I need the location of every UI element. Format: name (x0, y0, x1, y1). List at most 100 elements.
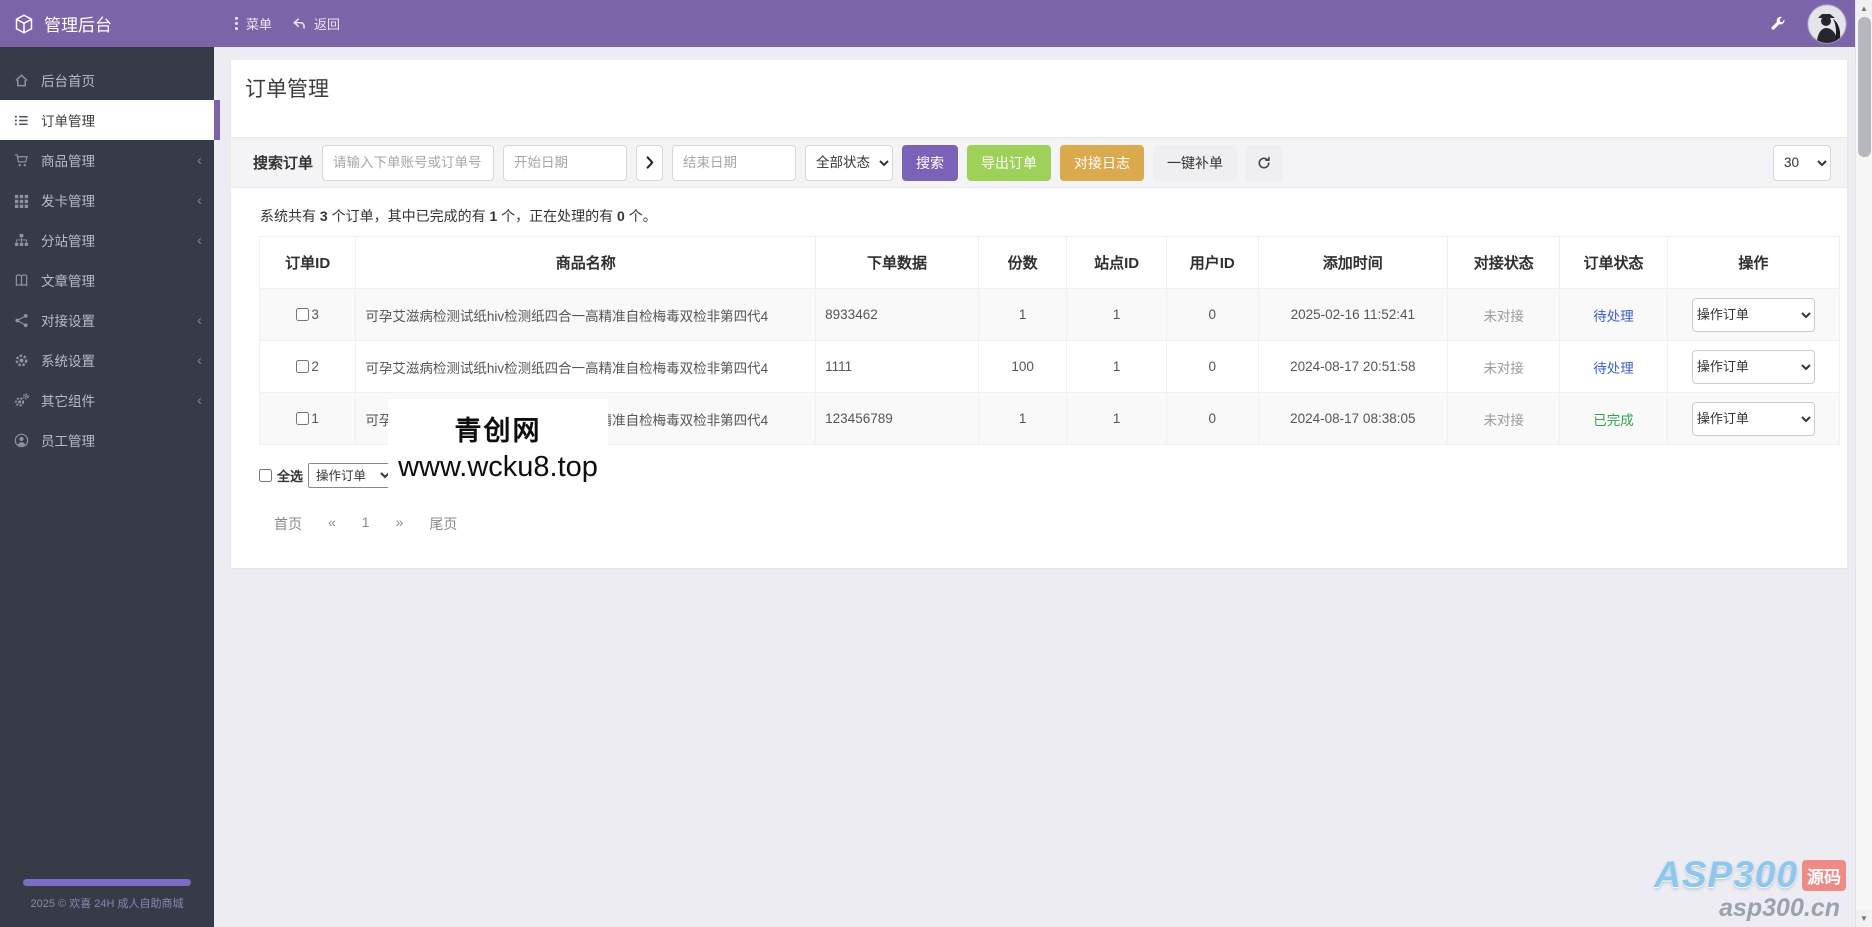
added-time: 2024-08-17 20:51:58 (1257, 340, 1449, 393)
user-id: 0 (1165, 392, 1259, 445)
ellipsis-v-icon (235, 16, 238, 31)
sidebar-item-other-components[interactable]: 其它组件 ‹ (0, 380, 214, 420)
angle-right-icon (636, 144, 664, 181)
gear-icon (15, 354, 28, 366)
col-user-id: 用户ID (1165, 236, 1259, 289)
bulk-action-select[interactable]: 操作订单 (308, 463, 395, 488)
site-id: 1 (1066, 392, 1167, 445)
added-time: 2025-02-16 11:52:41 (1257, 288, 1449, 341)
api-log-button[interactable]: 对接日志 (1060, 144, 1145, 181)
sitemap-icon (14, 233, 29, 246)
col-product-name: 商品名称 (355, 236, 817, 289)
scrollbar[interactable]: ▲ ▼ (1855, 0, 1872, 927)
row-checkbox[interactable] (296, 308, 310, 321)
chevron-left-icon: ‹ (197, 191, 202, 209)
refresh-button[interactable] (1246, 144, 1283, 181)
export-orders-button[interactable]: 导出订单 (967, 144, 1052, 181)
link-status: 未对接 (1447, 392, 1561, 445)
keyword-input[interactable] (322, 144, 495, 181)
home-icon (15, 73, 28, 86)
top-header-bar: 管理后台 菜单 返回 (0, 0, 1855, 47)
order-status: 已完成 (1559, 392, 1668, 445)
col-qty: 份数 (977, 236, 1068, 289)
table-row: 2 可孕艾滋病检测试纸hiv检测纸四合一高精准自检梅毒双检非第四代4 1111 … (258, 340, 1841, 393)
list-icon (14, 115, 28, 125)
product-name: 可孕艾滋病检测试纸hiv检测纸四合一高精准自检梅毒双检非第四代4 (355, 288, 817, 341)
orders-summary: 系统共有 3 个订单，其中已完成的有 1 个，正在处理的有 0 个。 (260, 208, 657, 224)
table-header-row: 订单ID 商品名称 下单数据 份数 站点ID 用户ID 添加时间 对接状态 订单… (258, 236, 1841, 289)
back-arrow-icon (293, 17, 305, 29)
sidebar-item-dashboard[interactable]: 后台首页 (0, 60, 214, 100)
watermark-asp300: ASP300 源码 asp300.cn (1654, 854, 1846, 925)
link-status: 未对接 (1447, 340, 1561, 393)
user-id: 0 (1165, 288, 1259, 341)
pagination-first[interactable]: 首页 (261, 514, 315, 534)
pagination-page-1[interactable]: 1 (349, 514, 383, 534)
end-date-input[interactable] (672, 144, 797, 181)
pagination-prev[interactable]: « (315, 514, 349, 534)
select-all-label: 全选 (277, 469, 304, 484)
wrench-icon (1771, 16, 1785, 30)
row-action-select[interactable]: 操作订单 (1691, 349, 1815, 384)
sidebar-footer: 2025 © 欢喜 24H 成人自助商城 (0, 879, 214, 911)
sidebar-item-orders[interactable]: 订单管理 (0, 100, 220, 140)
page-title: 订单管理 (245, 78, 329, 101)
sidebar-item-system-settings[interactable]: 系统设置 ‹ (0, 340, 214, 380)
avatar-image (1808, 4, 1846, 43)
row-checkbox[interactable] (296, 412, 310, 425)
cogs-icon (15, 392, 29, 406)
order-data: 1111 (815, 340, 979, 393)
status-select[interactable]: 全部状态 (805, 144, 894, 181)
reissue-button[interactable]: 一键补单 (1153, 144, 1238, 181)
search-toolbar: 搜索订单 全部状态 搜索 导出订单 对接日志 一键补单 30 (231, 137, 1847, 188)
sidebar-item-products[interactable]: 商品管理 ‹ (0, 140, 214, 180)
sidebar-item-substations[interactable]: 分站管理 ‹ (0, 220, 214, 260)
table-row: 3 可孕艾滋病检测试纸hiv检测纸四合一高精准自检梅毒双检非第四代4 89334… (258, 288, 1841, 341)
sidebar-item-articles[interactable]: 文章管理 (0, 260, 214, 300)
scroll-up-arrow[interactable]: ▲ (1856, 0, 1872, 17)
asp300-badge: 源码 (1802, 859, 1846, 891)
sidebar-item-api-settings[interactable]: 对接设置 ‹ (0, 300, 214, 340)
col-site-id: 站点ID (1066, 236, 1167, 289)
sidebar-footer-bar (23, 879, 191, 886)
chevron-left-icon: ‹ (197, 311, 202, 329)
col-order-status: 订单状态 (1559, 236, 1668, 289)
brand-title: 管理后台 (44, 16, 112, 35)
select-all-checkbox[interactable] (259, 469, 272, 482)
scroll-down-arrow[interactable]: ▼ (1856, 910, 1872, 927)
share-nodes-icon (15, 313, 28, 327)
search-button[interactable]: 搜索 (902, 144, 959, 181)
sidebar-item-staff[interactable]: 员工管理 (0, 420, 214, 460)
brand-logo[interactable]: 管理后台 (0, 11, 214, 36)
order-data: 8933462 (815, 288, 979, 341)
pagination-next[interactable]: » (383, 514, 417, 534)
row-action-select[interactable]: 操作订单 (1691, 401, 1815, 436)
user-id: 0 (1165, 340, 1259, 393)
product-name: 可孕艾滋病检测试纸hiv检测纸四合一高精准自检梅毒双检非第四代4 (355, 340, 817, 393)
sidebar-item-cards[interactable]: 发卡管理 ‹ (0, 180, 214, 220)
tools-button[interactable] (1770, 16, 1786, 32)
row-action-select[interactable]: 操作订单 (1691, 297, 1815, 332)
chevron-left-icon: ‹ (197, 351, 202, 369)
user-circle-icon (14, 433, 29, 447)
cube-logo-icon (15, 13, 33, 34)
added-time: 2024-08-17 08:38:05 (1257, 392, 1449, 445)
book-icon (15, 273, 28, 286)
cart-icon (14, 153, 28, 166)
menu-toggle[interactable]: 菜单 (234, 14, 272, 33)
back-button[interactable]: 返回 (292, 14, 340, 33)
page-size-select[interactable]: 30 (1773, 144, 1831, 181)
avatar[interactable] (1808, 4, 1846, 43)
start-date-input[interactable] (503, 144, 628, 181)
site-id: 1 (1066, 340, 1167, 393)
copyright-text: 2025 © 欢喜 24H 成人自助商城 (30, 898, 184, 910)
col-order-data: 下单数据 (815, 236, 979, 289)
pagination-last[interactable]: 尾页 (416, 514, 470, 534)
scrollbar-thumb[interactable] (1858, 17, 1871, 157)
refresh-icon (1258, 156, 1270, 168)
search-orders-label: 搜索订单 (253, 155, 314, 172)
col-added-time: 添加时间 (1257, 236, 1449, 289)
sidebar: 后台首页 订单管理 商品管理 ‹ 发卡管理 ‹ 分站管理 ‹ 文章管理 对接设置 (0, 47, 220, 927)
row-checkbox[interactable] (296, 360, 310, 373)
order-data: 123456789 (815, 392, 979, 445)
